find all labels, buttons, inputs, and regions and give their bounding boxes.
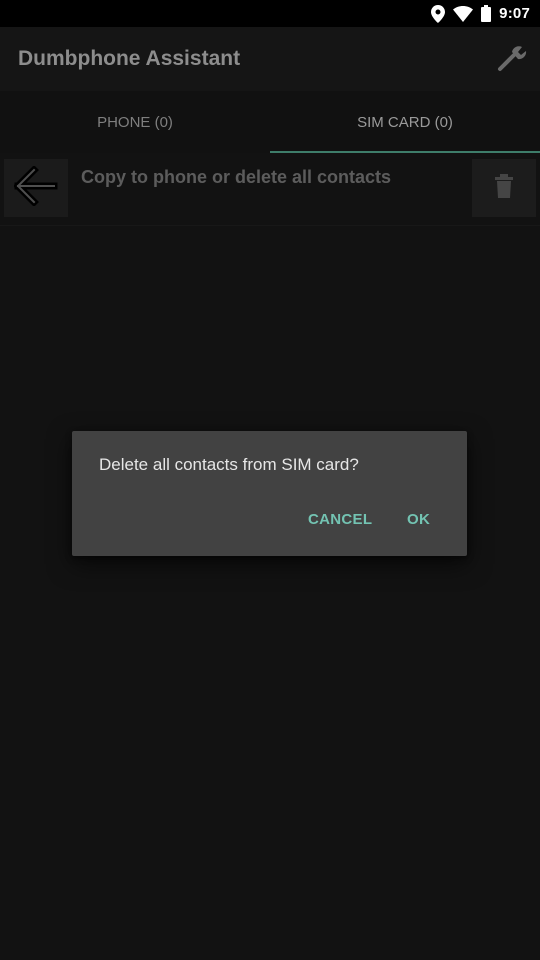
app-title: Dumbphone Assistant [18, 47, 241, 70]
tab-sim-card-label: SIM CARD (0) [357, 113, 453, 131]
tab-sim-card[interactable]: SIM CARD (0) [270, 91, 540, 153]
status-bar: 9:07 [0, 0, 540, 27]
clock: 9:07 [499, 5, 530, 22]
dialog-scrim[interactable] [0, 153, 540, 960]
tab-phone[interactable]: PHONE (0) [0, 91, 270, 153]
confirm-dialog: Delete all contacts from SIM card? CANCE… [72, 431, 467, 556]
dialog-message: Delete all contacts from SIM card? [99, 455, 359, 474]
cancel-button[interactable]: CANCEL [308, 511, 372, 528]
tab-phone-label: PHONE (0) [97, 113, 173, 131]
location-icon [431, 4, 446, 23]
wrench-icon[interactable] [494, 41, 530, 77]
ok-button[interactable]: OK [407, 511, 430, 528]
wifi-icon [453, 5, 474, 22]
battery-icon [481, 5, 492, 22]
app-bar: Dumbphone Assistant [0, 27, 540, 91]
tab-bar: PHONE (0) SIM CARD (0) [0, 91, 540, 153]
